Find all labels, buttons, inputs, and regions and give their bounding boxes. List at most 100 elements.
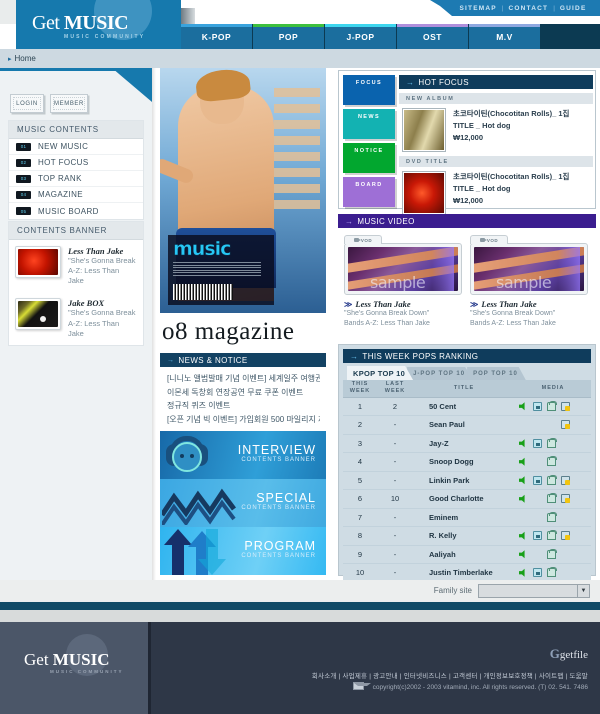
menu-number-badge: 01: [16, 143, 31, 151]
music-video-card[interactable]: VOD sample ≫Less Than Jake "She's Gonna …: [470, 234, 588, 329]
table-row[interactable]: 2-Sean Paul: [343, 416, 591, 435]
speaker-icon[interactable]: [519, 439, 528, 448]
play-icon: ≫: [470, 300, 478, 309]
tab-pop-top-10[interactable]: POP TOP 10: [467, 367, 526, 380]
side-tab-focus[interactable]: FOCUS: [343, 75, 395, 105]
news-list-item[interactable]: 정규직 퀴즈 이벤트: [167, 399, 320, 413]
sidebar-item-hot-focus[interactable]: 02 HOT FOCUS: [9, 155, 143, 171]
utility-link-guide[interactable]: GUIDE: [560, 5, 587, 12]
contents-banner-item[interactable]: Less Than Jake "She's Gonna Break A-Z: L…: [9, 240, 143, 292]
film-icon[interactable]: [547, 550, 556, 559]
star-icon[interactable]: [561, 420, 570, 429]
film-icon[interactable]: [547, 531, 556, 540]
cell-title[interactable]: Linkin Park: [413, 471, 515, 490]
speaker-icon[interactable]: [519, 550, 528, 559]
cassette-icon[interactable]: [533, 531, 542, 540]
album-price: ₩12,000: [453, 132, 569, 144]
film-icon[interactable]: [547, 439, 556, 448]
breadcrumb-home-label[interactable]: Home: [15, 54, 36, 63]
speaker-icon[interactable]: [519, 568, 528, 577]
footer-links[interactable]: 회사소개 | 사업제휴 | 광고안내 | 인터넷비즈니스 | 고객센터 | 개인…: [312, 670, 588, 680]
star-icon[interactable]: [561, 402, 570, 411]
table-row[interactable]: 610Good Charlotte: [343, 490, 591, 509]
cassette-icon[interactable]: [533, 439, 542, 448]
sidebar-item-magazine[interactable]: 04 MAGAZINE: [9, 187, 143, 203]
site-logo[interactable]: Get MUSIC MUSIC COMMUNITY: [16, 0, 181, 52]
login-button[interactable]: LOGIN: [10, 94, 44, 113]
film-icon[interactable]: [547, 457, 556, 466]
music-contents-heading: MUSIC CONTENTS: [9, 121, 143, 139]
nav-item-ost[interactable]: OST: [397, 24, 469, 49]
cell-title[interactable]: Jay-Z: [413, 434, 515, 453]
star-icon[interactable]: [561, 476, 570, 485]
magazine-cover-image[interactable]: music: [160, 68, 326, 313]
nav-item-jpop[interactable]: J-POP: [325, 24, 397, 49]
star-icon[interactable]: [561, 531, 570, 540]
cell-title[interactable]: 50 Cent: [413, 397, 515, 416]
speaker-icon[interactable]: [519, 494, 528, 503]
promo-banner-interview[interactable]: INTERVIEW CONTENTS BANNER: [160, 431, 326, 479]
cell-title[interactable]: R. Kelly: [413, 527, 515, 546]
nav-item-mv[interactable]: M.V: [469, 24, 541, 49]
star-icon[interactable]: [561, 494, 570, 503]
table-row[interactable]: 7-Eminem: [343, 508, 591, 527]
hot-focus-content: →HOT FOCUS NEW ALBUM 초코타이틴(Chocotitan Ro…: [399, 75, 593, 219]
cell-media: [515, 508, 591, 527]
promo-banner-special[interactable]: SPECIAL CONTENTS BANNER: [160, 479, 326, 527]
contents-banner-item[interactable]: Jake BOX "She's Gonna Break A-Z: Less Th…: [9, 292, 143, 344]
table-row[interactable]: 3-Jay-Z: [343, 434, 591, 453]
tab-kpop-top-10[interactable]: KPOP TOP 10: [347, 366, 413, 380]
side-tab-notice[interactable]: NOTICE: [343, 143, 395, 173]
ranking-box: →THIS WEEK POPS RANKING KPOP TOP 10 J-PO…: [338, 344, 596, 576]
cell-title[interactable]: Eminem: [413, 508, 515, 527]
table-row[interactable]: 4-Snoop Dogg: [343, 453, 591, 472]
hot-focus-box: FOCUS NEWS NOTICE BOARD →HOT FOCUS NEW A…: [338, 70, 596, 209]
nav-item-kpop[interactable]: K-POP: [181, 24, 253, 49]
getfile-logo[interactable]: Ggetfile: [550, 646, 588, 662]
speaker-icon[interactable]: [519, 531, 528, 540]
table-row[interactable]: 5-Linkin Park: [343, 471, 591, 490]
dvd-title-row[interactable]: 초코타이틴(Chocotitan Rolls)_ 1집 TITLE _ Hot …: [399, 167, 593, 219]
family-site-select[interactable]: ▼: [478, 584, 590, 598]
sidebar-item-music-board[interactable]: 05 MUSIC BOARD: [9, 203, 143, 219]
table-row[interactable]: 9-Aaliyah: [343, 545, 591, 564]
sidebar-item-new-music[interactable]: 01 NEW MUSIC: [9, 139, 143, 155]
promo-banner-program[interactable]: PROGRAM CONTENTS BANNER: [160, 527, 326, 575]
promo-banner-stack: INTERVIEW CONTENTS BANNER SPECIAL CONTEN…: [160, 431, 326, 575]
new-album-row[interactable]: 초코타이틴(Chocotitan Rolls)_ 1집 TITLE _ Hot …: [399, 104, 593, 156]
tab-jpop-top-10[interactable]: J-POP TOP 10: [407, 367, 473, 380]
table-row[interactable]: 8-R. Kelly: [343, 527, 591, 546]
site-footer: Get MUSIC MUSIC COMMUNITY Ggetfile 회사소개 …: [0, 622, 600, 714]
film-icon[interactable]: [547, 402, 556, 411]
side-tab-board[interactable]: BOARD: [343, 177, 395, 207]
film-icon[interactable]: [547, 476, 556, 485]
speaker-icon[interactable]: [519, 457, 528, 466]
side-tab-news[interactable]: NEWS: [343, 109, 395, 139]
utility-separator: |: [502, 5, 504, 12]
member-button[interactable]: MEMBER: [50, 94, 88, 113]
sidebar-item-label: NEW MUSIC: [38, 142, 88, 151]
film-icon[interactable]: [547, 494, 556, 503]
banner-subtitle-line1: "She's Gonna Break: [68, 256, 137, 266]
film-icon[interactable]: [547, 513, 556, 522]
speaker-icon[interactable]: [519, 402, 528, 411]
news-list-item[interactable]: [오픈 기념 빅 이벤트] 가입회원 500 마일리지 제공: [167, 413, 320, 427]
film-icon[interactable]: [547, 568, 556, 577]
cell-title[interactable]: Sean Paul: [413, 416, 515, 435]
cassette-icon[interactable]: [533, 568, 542, 577]
music-video-card[interactable]: VOD sample ≫Less Than Jake "She's Gonna …: [344, 234, 462, 329]
utility-link-sitemap[interactable]: SITEMAP: [460, 5, 497, 12]
speaker-icon[interactable]: [519, 476, 528, 485]
cell-title[interactable]: Aaliyah: [413, 545, 515, 564]
news-list-item[interactable]: [니니노 앨범발매 기념 이벤트] 세계일주 여행권: [167, 372, 320, 386]
cassette-icon[interactable]: [533, 476, 542, 485]
news-list-item[interactable]: 이몬세 독창회 연장공연 무료 쿠폰 이벤트: [167, 386, 320, 400]
nav-item-pop[interactable]: POP: [253, 24, 325, 49]
cassette-icon[interactable]: [533, 402, 542, 411]
cell-title[interactable]: Good Charlotte: [413, 490, 515, 509]
sidebar-item-top-rank[interactable]: 03 TOP RANK: [9, 171, 143, 187]
table-row[interactable]: 1250 Cent: [343, 397, 591, 416]
cell-title[interactable]: Snoop Dogg: [413, 453, 515, 472]
media-icon-group: [515, 568, 591, 577]
utility-link-contact[interactable]: CONTACT: [509, 5, 549, 12]
